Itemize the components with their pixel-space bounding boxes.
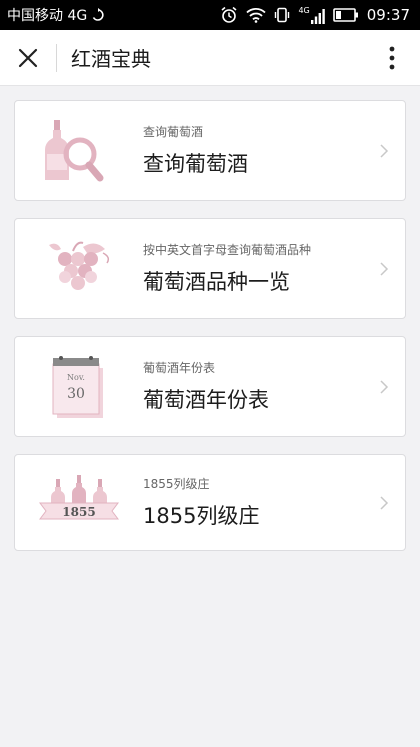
card-text: 按中英文首字母查询葡萄酒品种 葡萄酒品种一览 (143, 241, 311, 296)
page-title: 红酒宝典 (71, 47, 151, 71)
card-icon-wrap (31, 229, 127, 309)
card-icon-wrap (31, 111, 127, 191)
card-icon-wrap: Nov. 30 (31, 347, 127, 427)
signal-group: 4G (298, 5, 325, 24)
banner-year: 1855 (62, 505, 95, 519)
card-icon-wrap: 1855 (31, 463, 127, 543)
menu-list: 查询葡萄酒 查询葡萄酒 按中英文首字母查询葡萄酒品种 葡萄酒品种一览 Nov. … (0, 86, 420, 551)
calendar-day: 30 (67, 386, 85, 402)
calendar-month: Nov. (67, 373, 85, 382)
chevron-right-icon (380, 143, 389, 158)
grape-icon (49, 241, 110, 290)
wifi-icon (246, 8, 267, 23)
sync-icon (93, 8, 104, 21)
card-title: 葡萄酒品种一览 (143, 270, 290, 294)
close-button[interactable] (0, 30, 56, 86)
carrier-label: 中国移动 4G (7, 8, 88, 24)
card-subtitle: 1855列级庄 (143, 477, 210, 491)
network-label: 4G (298, 5, 310, 15)
close-icon (18, 48, 38, 67)
signal-icon (310, 8, 325, 24)
battery-icon (332, 8, 358, 22)
more-button[interactable] (378, 44, 406, 72)
app-header: 红酒宝典 (0, 30, 420, 86)
chevron-right-icon (380, 495, 389, 510)
card-text: 1855列级庄 1855列级庄 (143, 475, 259, 530)
menu-item-grape-varieties[interactable]: 按中英文首字母查询葡萄酒品种 葡萄酒品种一览 (14, 218, 406, 319)
menu-item-1855-classification[interactable]: 1855 1855列级庄 1855列级庄 (14, 454, 406, 551)
vibrate-icon (275, 7, 290, 23)
chevron-right-icon (380, 379, 389, 394)
clock: 09:37 (366, 6, 410, 24)
card-title: 葡萄酒年份表 (143, 388, 269, 412)
header-divider (56, 43, 57, 72)
chevron-right-icon (380, 261, 389, 276)
status-left: 中国移动 4G (7, 5, 105, 25)
menu-item-vintage-chart[interactable]: Nov. 30 葡萄酒年份表 葡萄酒年份表 (14, 336, 406, 437)
card-subtitle: 按中英文首字母查询葡萄酒品种 (143, 243, 312, 257)
card-text: 查询葡萄酒 查询葡萄酒 (143, 123, 248, 178)
card-subtitle: 查询葡萄酒 (143, 125, 204, 139)
alarm-icon (221, 6, 237, 23)
card-title: 1855列级庄 (143, 504, 260, 528)
menu-item-search-wine[interactable]: 查询葡萄酒 查询葡萄酒 (14, 100, 406, 201)
card-text: 葡萄酒年份表 葡萄酒年份表 (143, 359, 269, 414)
card-subtitle: 葡萄酒年份表 (143, 361, 216, 375)
status-bar: 中国移动 4G 4G 09:37 (0, 0, 420, 30)
card-title: 查询葡萄酒 (143, 152, 248, 176)
more-vertical-icon (389, 46, 395, 70)
calendar-icon: Nov. 30 (52, 355, 103, 418)
wine-bottle-search-icon (45, 119, 104, 181)
wine-bottles-banner-icon: 1855 (39, 474, 119, 519)
status-right: 4G 09:37 (220, 6, 410, 24)
